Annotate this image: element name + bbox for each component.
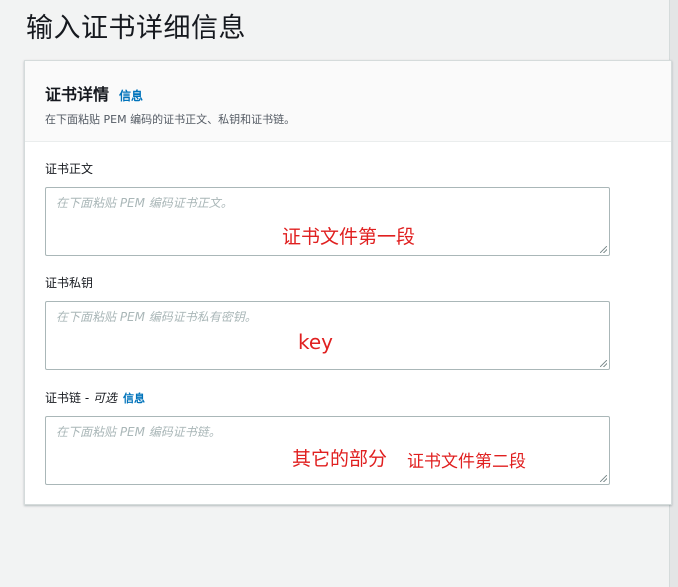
panel-title-row: 证书详情 信息 [45, 81, 651, 105]
page-title: 输入证书详细信息 [26, 13, 246, 44]
certificate-chain-label-text: 证书链 [45, 391, 82, 405]
certificate-private-key-field: 证书私钥 [45, 274, 610, 370]
certificate-chain-label: 证书链 - 可选 信息 [45, 389, 610, 406]
certificate-private-key-label: 证书私钥 [45, 274, 610, 291]
annotation-chain-note-a: 其它的部分 [292, 448, 388, 470]
certificate-body-label: 证书正文 [45, 160, 610, 177]
resize-handle-icon[interactable] [600, 246, 607, 253]
annotation-key-note: key [298, 330, 334, 354]
panel-info-link[interactable]: 信息 [119, 87, 143, 104]
panel-title: 证书详情 [45, 85, 110, 104]
certificate-details-panel: 证书详情 信息 在下面粘贴 PEM 编码的证书正文、私钥和证书链。 证书正文 证… [24, 60, 672, 505]
certificate-body-label-text: 证书正文 [45, 162, 94, 176]
label-separator: - [81, 391, 93, 405]
optional-marker: 可选 [92, 391, 117, 405]
resize-handle-icon[interactable] [600, 475, 607, 482]
resize-handle-icon[interactable] [600, 360, 607, 367]
panel-header: 证书详情 信息 在下面粘贴 PEM 编码的证书正文、私钥和证书链。 [25, 61, 671, 142]
annotation-chain-note-b: 证书文件第二段 [407, 452, 526, 472]
certificate-chain-label-group: 证书链 - 可选 [45, 389, 117, 406]
panel-description: 在下面粘贴 PEM 编码的证书正文、私钥和证书链。 [45, 113, 296, 126]
certificate-private-key-label-text: 证书私钥 [45, 276, 94, 290]
annotation-body-note: 证书文件第一段 [282, 226, 416, 248]
certificate-chain-info-link[interactable]: 信息 [123, 390, 145, 406]
